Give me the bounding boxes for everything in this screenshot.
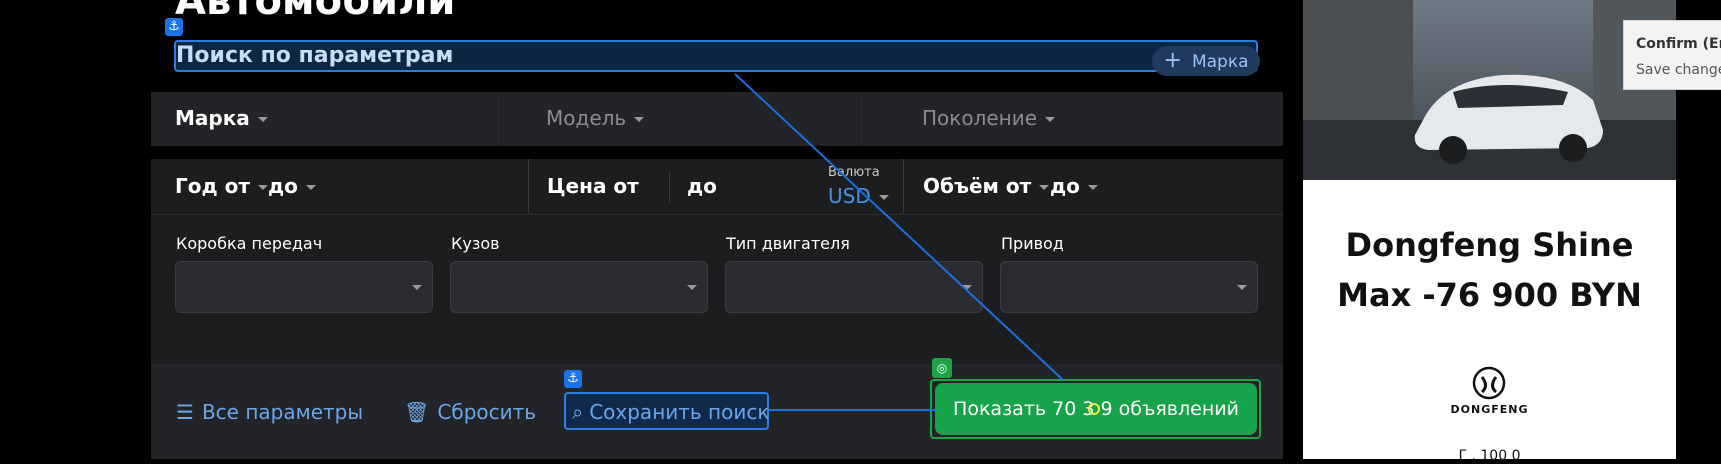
confirm-tooltip (1623, 20, 1721, 90)
ad-title-line1: Dongfeng Shine (1345, 226, 1634, 264)
ad-car-image[interactable] (1303, 0, 1676, 180)
ad-title-line2: Max -76 900 BYN (1337, 276, 1642, 314)
ad-brand-text: DONGFENG (1450, 403, 1529, 416)
tooltip-title: Confirm (En (1636, 36, 1721, 52)
ad-bottom-text: Г . 100 0 (1458, 448, 1521, 464)
pointer-marker (1088, 403, 1100, 415)
ad-title[interactable]: Dongfeng Shine Max -76 900 BYN (1303, 220, 1676, 320)
tooltip-subtitle: Save changes (1636, 62, 1721, 78)
annotation-line (734, 73, 1064, 381)
car-photo (1303, 0, 1676, 180)
dongfeng-logo-icon (1472, 366, 1506, 400)
